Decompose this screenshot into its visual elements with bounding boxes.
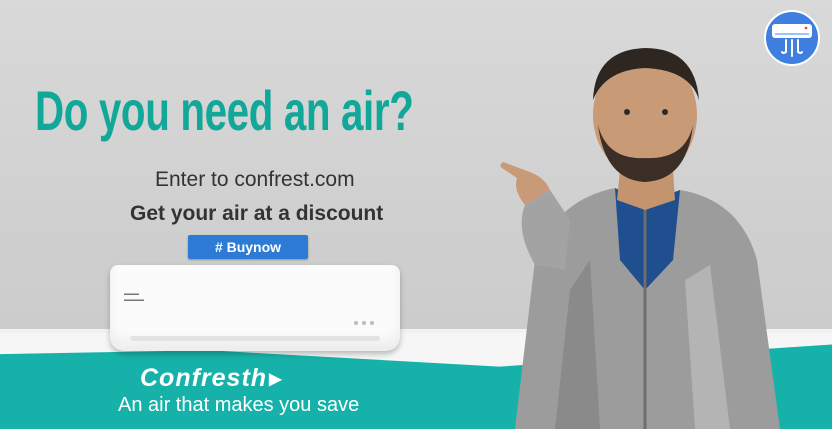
brand-name: Confresth ▶ <box>140 364 282 393</box>
ac-led <box>354 321 358 325</box>
slogan: An air that makes you save <box>118 394 360 416</box>
brand-text: Confresth <box>140 364 268 392</box>
air-conditioner-image: ▬▬▬ ▬▬▬▬ <box>110 265 400 351</box>
website-line: Enter to confrest.com <box>155 168 355 191</box>
buy-now-button[interactable]: # Buynow <box>188 235 308 259</box>
ad-banner: Do you need an air? Enter to confrest.co… <box>0 0 832 429</box>
ac-vent <box>130 336 380 341</box>
ac-led <box>370 321 374 325</box>
discount-line: Get your air at a discount <box>130 202 384 225</box>
ac-label-mark: ▬▬▬ ▬▬▬▬ <box>124 291 144 303</box>
ac-led <box>362 321 366 325</box>
air-conditioner-logo-icon[interactable] <box>764 10 820 66</box>
headline: Do you need an air? <box>35 79 414 142</box>
arrow-right-icon: ▶ <box>269 371 283 389</box>
man-pointing-image <box>500 48 780 429</box>
